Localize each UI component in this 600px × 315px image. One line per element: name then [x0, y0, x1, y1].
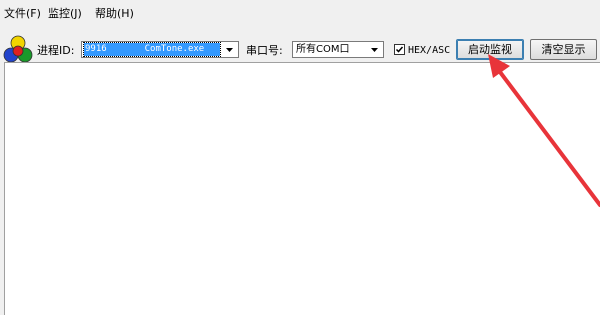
chevron-down-icon[interactable]: [367, 43, 382, 56]
serial-port-label: 串口号:: [246, 44, 283, 57]
start-monitor-button[interactable]: 启动监视: [456, 39, 524, 60]
serial-port-select[interactable]: 所有COM口: [292, 41, 384, 58]
menu-monitor[interactable]: 监控(J): [48, 7, 82, 21]
checkmark-icon: [395, 46, 404, 53]
chevron-down-icon[interactable]: [222, 43, 237, 56]
menu-bar: 文件(F) 监控(J) 帮助(H): [0, 0, 600, 28]
process-id-value: 9916 ComTone.exe: [83, 42, 221, 57]
menu-file[interactable]: 文件(F): [4, 7, 41, 21]
hex-asc-checkbox[interactable]: [394, 44, 405, 55]
process-id-label: 进程ID:: [37, 44, 75, 57]
serial-port-value: 所有COM口: [296, 44, 350, 55]
monitor-output-area[interactable]: [4, 62, 600, 315]
hex-asc-label: HEX/ASC: [408, 45, 451, 56]
clear-display-button[interactable]: 清空显示: [530, 39, 597, 60]
process-id-select[interactable]: 9916 ComTone.exe: [81, 41, 239, 58]
menu-help[interactable]: 帮助(H): [95, 7, 134, 21]
